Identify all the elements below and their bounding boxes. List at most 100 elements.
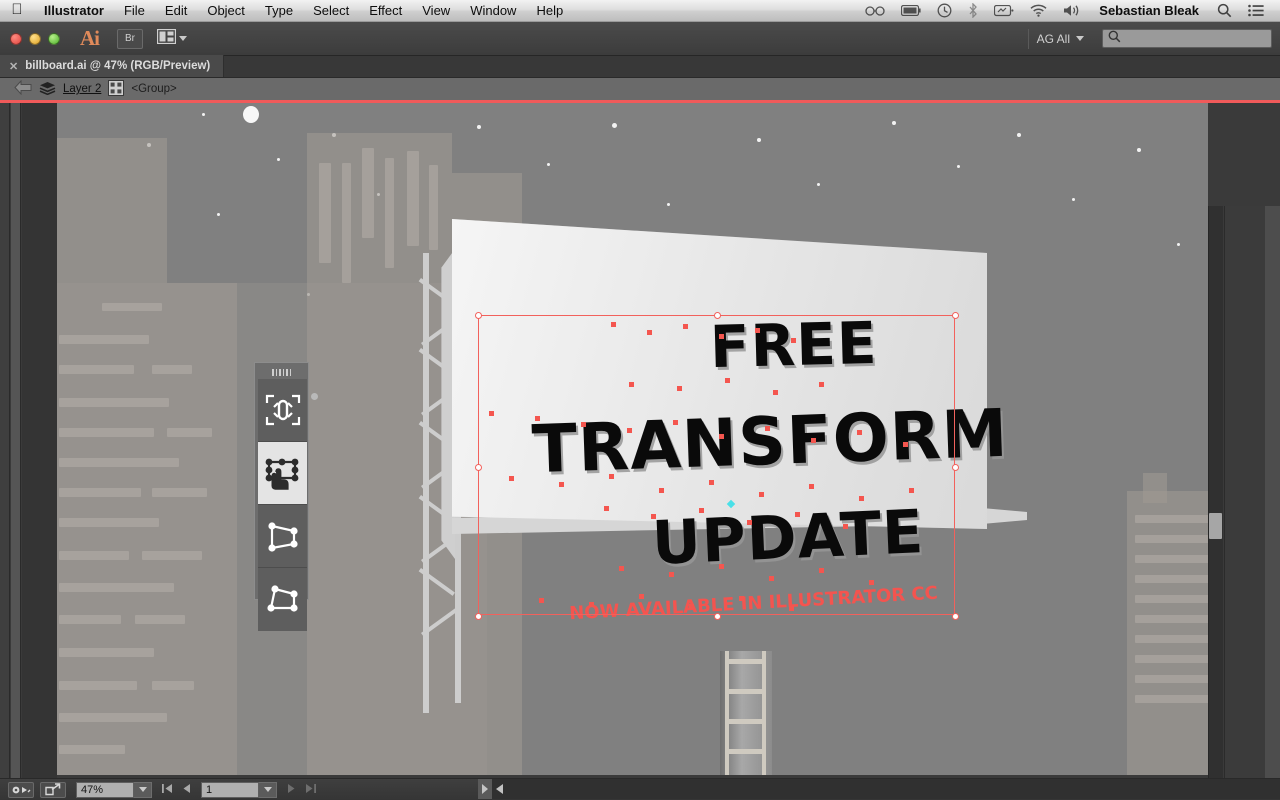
prev-page-icon[interactable] <box>182 783 191 797</box>
arrange-documents-icon <box>156 28 177 49</box>
notification-list-icon[interactable] <box>1240 0 1272 22</box>
path-anchor-point <box>811 438 816 443</box>
back-arrow-icon[interactable] <box>14 79 32 98</box>
selection-handle-br[interactable] <box>952 613 959 620</box>
breadcrumb: Layer 2 <Group> <box>0 78 1280 100</box>
palette-collapse-nub[interactable] <box>311 393 318 400</box>
path-anchor-point <box>673 420 678 425</box>
artboard-number-value[interactable]: 1 <box>201 781 259 798</box>
path-anchor-point <box>859 496 864 501</box>
chevron-down-icon <box>138 787 147 792</box>
menu-item-file[interactable]: File <box>114 0 155 22</box>
volume-icon[interactable] <box>1055 0 1089 22</box>
artboard-dropdown-button[interactable] <box>259 781 277 798</box>
ladder-step <box>725 719 765 724</box>
selection-handle-bc[interactable] <box>714 613 721 620</box>
artboard-nav-right <box>287 783 316 797</box>
path-anchor-point <box>795 512 800 517</box>
path-anchor-point <box>709 480 714 485</box>
path-anchor-point <box>789 606 794 611</box>
window-zoom-button[interactable] <box>48 32 60 45</box>
workspace-switcher[interactable]: AG All <box>1027 28 1092 49</box>
menu-item-type[interactable]: Type <box>255 0 303 22</box>
path-anchor-point <box>903 442 908 447</box>
ladder-step <box>725 689 765 694</box>
breadcrumb-group[interactable]: <Group> <box>131 83 176 95</box>
canvas-area[interactable]: FREE TRANSFORM UPDATE NOW AVAILABLE IN I… <box>0 103 1280 778</box>
next-page-icon[interactable] <box>287 783 296 797</box>
arrange-documents-button[interactable] <box>156 28 187 49</box>
document-tab[interactable]: ✕ billboard.ai @ 47% (RGB/Preview) <box>0 55 225 77</box>
toolbar-right-area: AG All <box>1027 28 1280 49</box>
zoom-control[interactable]: 47% <box>76 781 152 798</box>
layers-icon[interactable] <box>39 81 56 98</box>
canvas-left-gutter-2 <box>11 103 21 778</box>
close-icon[interactable]: ✕ <box>9 60 18 73</box>
path-anchor-point <box>819 382 824 387</box>
selection-bounding-box[interactable] <box>475 312 959 620</box>
free-transform-tool-palette[interactable] <box>254 362 309 631</box>
time-machine-icon[interactable] <box>929 0 960 22</box>
free-transform-tool[interactable] <box>258 379 307 442</box>
vertical-scrollbar[interactable] <box>1208 206 1223 778</box>
vertical-scrollbar-thumb[interactable] <box>1209 513 1222 539</box>
path-anchor-point <box>609 474 614 479</box>
window-close-button[interactable] <box>10 32 22 45</box>
palette-drag-handle[interactable] <box>258 366 305 379</box>
battery-icon[interactable] <box>893 0 929 22</box>
path-anchor-point <box>589 602 594 607</box>
chevron-down-icon <box>263 787 272 792</box>
scroll-left-arrow-icon[interactable] <box>496 784 503 794</box>
path-anchor-point <box>739 596 744 601</box>
wifi-icon[interactable] <box>1022 0 1055 22</box>
perspective-distort-tool[interactable] <box>258 505 307 568</box>
share-icon[interactable] <box>40 781 66 798</box>
menu-item-effect[interactable]: Effect <box>359 0 412 22</box>
path-anchor-point <box>677 386 682 391</box>
path-anchor-point <box>604 506 609 511</box>
selection-handle-tr[interactable] <box>952 312 959 319</box>
last-page-icon[interactable] <box>305 783 316 797</box>
eyeglasses-icon[interactable] <box>857 0 893 22</box>
artboard[interactable]: FREE TRANSFORM UPDATE NOW AVAILABLE IN I… <box>57 103 1208 775</box>
breadcrumb-layer[interactable]: Layer 2 <box>63 83 101 95</box>
path-anchor-point <box>651 514 656 519</box>
selection-handle-bl[interactable] <box>475 613 482 620</box>
first-page-icon[interactable] <box>162 783 173 797</box>
free-distort-tool[interactable] <box>258 442 307 505</box>
path-anchor-point <box>659 488 664 493</box>
menu-item-view[interactable]: View <box>412 0 460 22</box>
artboard-number-control[interactable]: 1 <box>201 781 277 798</box>
menu-item-window[interactable]: Window <box>460 0 526 22</box>
zoom-dropdown-button[interactable] <box>134 781 152 798</box>
zoom-value[interactable]: 47% <box>76 781 134 798</box>
menu-bar-user-name[interactable]: Sebastian Bleak <box>1089 3 1209 18</box>
menu-item-illustrator[interactable]: Illustrator <box>34 0 114 22</box>
status-expand-button[interactable] <box>478 779 492 799</box>
bridge-button[interactable]: Br <box>117 28 143 49</box>
horizontal-scrollbar[interactable] <box>492 779 1280 799</box>
path-anchor-point <box>627 428 632 433</box>
search-icon[interactable] <box>1209 0 1240 22</box>
path-anchor-point <box>719 334 724 339</box>
menu-item-help[interactable]: Help <box>526 0 573 22</box>
selection-handle-tl[interactable] <box>475 312 482 319</box>
bluetooth-icon[interactable] <box>960 0 986 22</box>
illustrator-logo: Ai <box>80 26 100 50</box>
display-icon[interactable] <box>986 0 1022 22</box>
selection-handle-ml[interactable] <box>475 464 482 471</box>
path-anchor-point <box>611 322 616 327</box>
preferences-icon[interactable] <box>8 781 34 798</box>
apple-icon[interactable]:  <box>0 2 34 19</box>
moon-shape <box>243 106 259 123</box>
menu-item-select[interactable]: Select <box>303 0 359 22</box>
window-minimize-button[interactable] <box>29 32 41 45</box>
selection-handle-tc[interactable] <box>714 312 721 319</box>
toolbar-search-field[interactable] <box>1102 29 1272 48</box>
menu-item-object[interactable]: Object <box>197 0 255 22</box>
selection-handle-mr[interactable] <box>952 464 959 471</box>
menu-bar-status-area: Sebastian Bleak <box>857 0 1280 22</box>
free-distort-corner-tool[interactable] <box>258 568 307 631</box>
menu-item-edit[interactable]: Edit <box>155 0 197 22</box>
path-anchor-point <box>755 328 760 333</box>
